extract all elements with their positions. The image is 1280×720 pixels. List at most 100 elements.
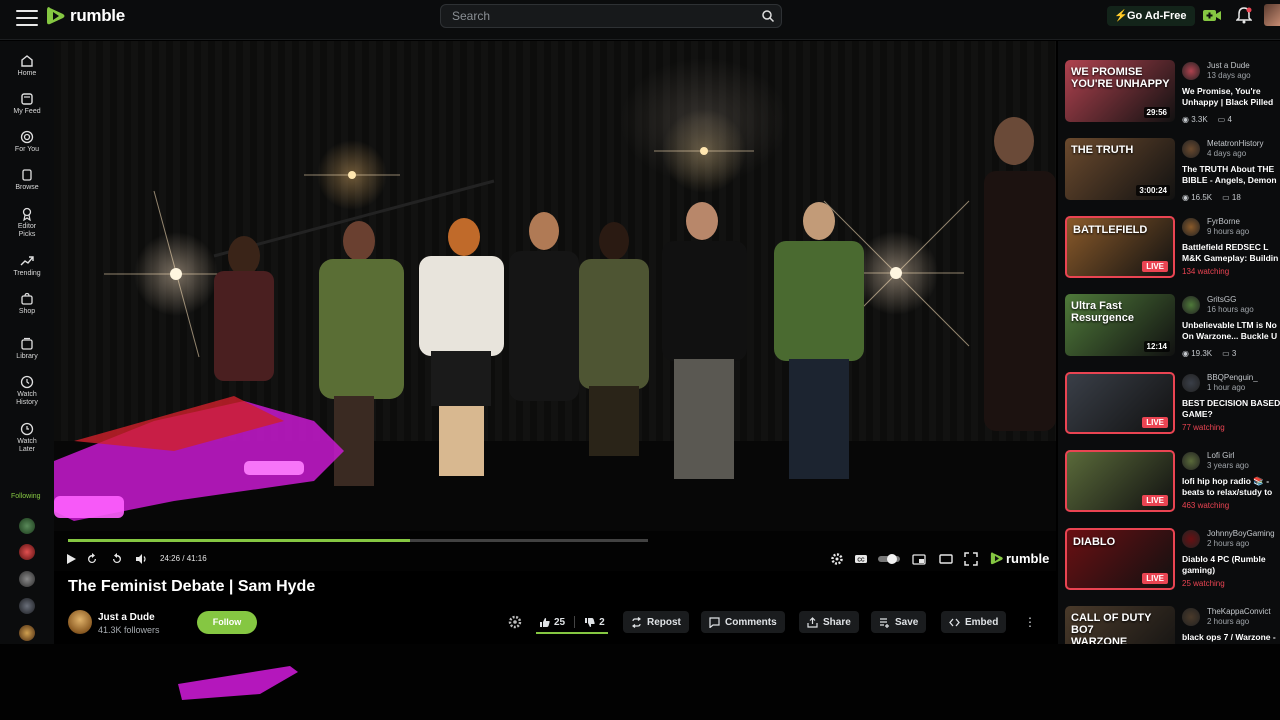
recommended-video-card[interactable]: BATTLEFIELD LIVE FyrBorne 9 hours ago Bat… (1065, 216, 1280, 282)
go-ad-free-button[interactable]: ⚡ Go Ad-Free (1107, 6, 1195, 26)
channel-avatar[interactable] (68, 610, 92, 634)
forward-icon[interactable] (110, 552, 124, 566)
channel-avatar[interactable] (1182, 62, 1200, 80)
channel-avatar[interactable] (1182, 374, 1200, 392)
more-options-icon[interactable]: ⋮ (1020, 611, 1040, 633)
code-icon (949, 618, 960, 626)
video-thumbnail[interactable]: Ultra Fast Resurgence 12:14 (1065, 294, 1175, 356)
video-title[interactable]: lofi hip hop radio 📚 - beats to relax/st… (1182, 476, 1280, 497)
player-rumble-logo[interactable]: rumble (990, 551, 1049, 566)
sidebar-item-watch-later[interactable]: Watch Later (0, 422, 54, 454)
video-title[interactable]: BEST DECISION BASED GAME? (1182, 398, 1280, 419)
video-thumbnail[interactable]: LIVE (1065, 450, 1175, 512)
recommended-video-card[interactable]: LIVE Lofi Girl 3 years ago lofi hip hop … (1065, 450, 1280, 516)
theater-mode-icon[interactable] (939, 552, 953, 566)
volume-icon[interactable] (134, 552, 148, 566)
recommended-video-card[interactable]: Ultra Fast Resurgence 12:14 GritsGG 16 ho… (1065, 294, 1280, 360)
following-channel-avatar[interactable] (19, 598, 35, 614)
video-progress-bar[interactable] (68, 539, 648, 542)
channel-avatar[interactable] (1182, 530, 1200, 548)
captions-icon[interactable]: CC (854, 552, 868, 566)
title-line: GAME? (1182, 408, 1213, 419)
channel-name[interactable]: JohnnyBoyGaming (1207, 529, 1275, 538)
sidebar-item-library[interactable]: Library (0, 337, 54, 361)
comments-button[interactable]: Comments (701, 611, 785, 633)
title-line: Battlefield REDSEC L (1182, 242, 1269, 252)
repost-button[interactable]: Repost (623, 611, 689, 633)
channel-avatar[interactable] (1182, 140, 1200, 158)
channel-avatar[interactable] (1182, 452, 1200, 470)
user-avatar[interactable] (1264, 4, 1280, 26)
video-player[interactable]: 24:26 / 41:16 CC rumble (54, 41, 1056, 571)
autoplay-toggle[interactable] (877, 552, 901, 566)
video-title[interactable]: Unbelievable LTM is No On Warzone... Buc… (1182, 320, 1280, 341)
sidebar-item-for-you[interactable]: For You (0, 130, 54, 154)
following-channel-avatar[interactable] (19, 518, 35, 534)
sidebar-item-editor-picks[interactable]: Editor Picks (0, 207, 54, 239)
recommended-video-card[interactable]: LIVE BBQPenguin_ 1 hour ago BEST DECISIO… (1065, 372, 1280, 438)
recommended-video-card[interactable]: THE TRUTH 3:00:24 MetatronHistory 4 days … (1065, 138, 1280, 204)
channel-name[interactable]: Lofi Girl (1207, 451, 1235, 460)
following-channel-avatar[interactable] (19, 544, 35, 560)
settings-gear-icon[interactable] (830, 552, 844, 566)
sidebar-item-browse[interactable]: Browse (0, 168, 54, 192)
recommended-video-card[interactable]: CALL OF DUTY BO7 WARZONE TheKappaConvict… (1065, 606, 1280, 644)
sidebar-item-watch-history[interactable]: Watch History (0, 375, 54, 407)
sidebar-item-trending[interactable]: Trending (0, 254, 54, 278)
following-channel-avatar[interactable] (19, 625, 35, 641)
video-title[interactable]: The TRUTH About THE BIBLE - Angels, Demo… (1182, 164, 1280, 185)
video-thumbnail[interactable]: BATTLEFIELD LIVE (1065, 216, 1175, 278)
channel-name[interactable]: TheKappaConvict (1207, 607, 1271, 616)
channel-name[interactable]: Just a Dude (98, 612, 155, 623)
sidebar-item-home[interactable]: Home (0, 54, 54, 78)
channel-name[interactable]: GritsGG (1207, 295, 1236, 304)
video-title[interactable]: We Promise, You're Unhappy | Black Pille… (1182, 86, 1280, 107)
live-badge: LIVE (1142, 573, 1168, 584)
miniplayer-icon[interactable] (912, 552, 926, 566)
like-button[interactable]: 25 (539, 617, 565, 628)
video-thumbnail[interactable]: DIABLO LIVE (1065, 528, 1175, 590)
rumble-logo[interactable]: rumble (46, 5, 125, 27)
channel-name[interactable]: MetatronHistory (1207, 139, 1263, 148)
upload-video-icon[interactable] (1203, 8, 1222, 23)
video-thumbnail[interactable]: THE TRUTH 3:00:24 (1065, 138, 1175, 200)
recommended-video-card[interactable]: DIABLO LIVE JohnnyBoyGaming 2 hours ago D… (1065, 528, 1280, 594)
fullscreen-icon[interactable] (964, 552, 978, 566)
search-icon[interactable] (761, 9, 775, 23)
sidebar-item-shop[interactable]: Shop (0, 292, 54, 316)
embed-button[interactable]: Embed (941, 611, 1007, 633)
save-button[interactable]: Save (871, 611, 927, 633)
following-channel-avatar[interactable] (19, 571, 35, 587)
search-bar[interactable] (440, 4, 782, 28)
video-thumbnail[interactable]: CALL OF DUTY BO7 WARZONE (1065, 606, 1175, 644)
menu-icon[interactable] (16, 8, 38, 28)
views-stat: ◉ 3.3K (1182, 115, 1208, 124)
upload-time: 3 years ago (1207, 461, 1249, 470)
video-title[interactable]: Diablo 4 PC (Rumble gaming) (1182, 554, 1280, 575)
rewind-icon[interactable] (85, 552, 99, 566)
trending-icon (20, 256, 34, 266)
play-icon[interactable] (64, 552, 78, 566)
channel-avatar[interactable] (1182, 218, 1200, 236)
channel-name[interactable]: BBQPenguin_ (1207, 373, 1258, 382)
notifications-bell-icon[interactable] (1236, 7, 1252, 24)
rant-gear-icon[interactable] (507, 614, 523, 630)
rumble-logo-icon (990, 552, 1003, 565)
video-thumbnail[interactable]: LIVE (1065, 372, 1175, 434)
comment-count: 18 (1231, 193, 1241, 202)
video-title[interactable]: Battlefield REDSEC L M&K Gameplay: Build… (1182, 242, 1280, 263)
recommended-video-card[interactable]: WE PROMISE YOU'RE UNHAPPY 29:56 Just a Du… (1065, 60, 1280, 126)
share-button[interactable]: Share (799, 611, 859, 633)
dislike-button[interactable]: 2 (584, 617, 605, 628)
channel-name[interactable]: Just a Dude (1207, 61, 1250, 70)
search-input[interactable] (441, 5, 781, 27)
sidebar-item-my-feed[interactable]: My Feed (0, 92, 54, 116)
channel-avatar[interactable] (1182, 296, 1200, 314)
video-thumbnail[interactable]: WE PROMISE YOU'RE UNHAPPY 29:56 (1065, 60, 1175, 122)
follow-button[interactable]: Follow (197, 611, 257, 634)
video-title[interactable]: black ops 7 / Warzone - (1182, 632, 1280, 643)
rumble-logo-text: rumble (70, 6, 125, 25)
channel-name[interactable]: FyrBorne (1207, 217, 1240, 226)
channel-avatar[interactable] (1182, 608, 1200, 626)
browse-icon (22, 169, 32, 181)
